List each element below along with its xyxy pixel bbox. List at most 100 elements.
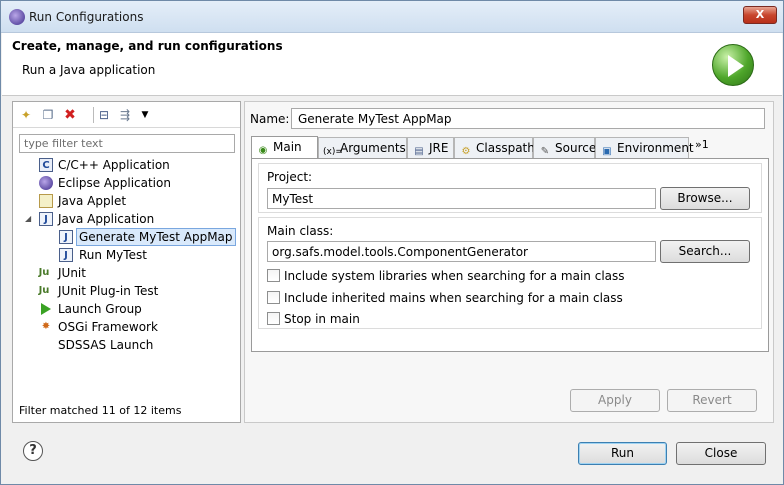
- configurations-toolbar: ✦ ❐ ✖ ⊟ ⇶ ▼: [13, 102, 240, 128]
- main-tab-content: Project: Browse... Main class: Search...…: [251, 158, 769, 352]
- delete-icon[interactable]: ✖: [62, 107, 78, 123]
- checkbox-label: Include inherited mains when searching f…: [284, 291, 623, 305]
- tab-classpath[interactable]: ⚙ Classpath: [454, 137, 535, 158]
- tree-item-eclipse-application[interactable]: Eclipse Application: [17, 174, 239, 192]
- configuration-editor: Name: ◉ Main (x)=Arguments ▤ JRE ⚙ Classpat…: [244, 101, 774, 423]
- tab-arguments[interactable]: (x)=Arguments: [318, 137, 407, 158]
- main-class-label: Main class:: [267, 224, 334, 238]
- browse-button[interactable]: Browse...: [660, 187, 750, 210]
- c-app-icon: C: [39, 158, 53, 172]
- tree-item-label: Generate MyTest AppMap: [76, 228, 236, 246]
- tree-item-label: SDSSAS Launch: [58, 338, 154, 352]
- tree-item-label: Eclipse Application: [58, 176, 171, 190]
- tab-label: Source: [555, 141, 597, 155]
- checkbox-label: Stop in main: [284, 312, 360, 326]
- filter-icon[interactable]: ⇶: [117, 107, 133, 123]
- project-label: Project:: [267, 170, 313, 184]
- main-tab-icon: ◉: [258, 145, 268, 156]
- tree-item-label: C/C++ Application: [58, 158, 170, 172]
- tab-label: Environment: [617, 141, 694, 155]
- help-icon[interactable]: ?: [23, 441, 43, 461]
- source-icon: ✎: [540, 146, 550, 157]
- tree-item-c-cpp-application[interactable]: C C/C++ Application: [17, 156, 239, 174]
- run-configurations-window: Run Configurations X Create, manage, and…: [0, 0, 784, 485]
- main-class-group: Main class: Search... Include system lib…: [258, 217, 762, 329]
- more-tabs-button[interactable]: »1: [695, 138, 709, 151]
- checkbox-box[interactable]: [267, 291, 280, 304]
- tab-label: Main: [273, 140, 302, 154]
- tree-item-junit-plugin-test[interactable]: Ju JUnit Plug-in Test: [17, 282, 239, 300]
- arguments-icon: (x)=: [323, 147, 343, 157]
- java-app-icon: J: [39, 212, 53, 226]
- java-app-icon: J: [59, 230, 73, 244]
- filter-status: Filter matched 11 of 12 items: [19, 404, 182, 417]
- classpath-icon: ⚙: [461, 146, 471, 157]
- tree-item-label: Java Applet: [58, 194, 127, 208]
- checkbox-box[interactable]: [267, 269, 280, 282]
- run-play-icon: [712, 44, 754, 86]
- configuration-tree: C C/C++ Application Eclipse Application …: [17, 156, 239, 354]
- tree-item-launch-group[interactable]: Launch Group: [17, 300, 239, 318]
- tree-item-label: JUnit: [58, 266, 86, 280]
- launch-group-icon: [41, 303, 51, 315]
- tab-label: Classpath: [476, 141, 535, 155]
- search-button[interactable]: Search...: [660, 240, 750, 263]
- environment-icon: ▣: [602, 146, 612, 157]
- title-bar[interactable]: Run Configurations X: [1, 1, 783, 33]
- new-config-icon[interactable]: ✦: [18, 107, 34, 123]
- tab-label: JRE: [429, 141, 449, 155]
- tree-item-sdssas-launch[interactable]: SDSSAS Launch: [17, 336, 239, 354]
- eclipse-icon: [39, 176, 53, 190]
- window-title: Run Configurations: [29, 10, 144, 24]
- tree-item-java-application[interactable]: ◢ J Java Application: [17, 210, 239, 228]
- jre-icon: ▤: [414, 146, 424, 157]
- tree-item-osgi-framework[interactable]: ✸ OSGi Framework: [17, 318, 239, 336]
- dialog-header: Create, manage, and run configurations R…: [2, 33, 782, 96]
- expand-toggle-icon[interactable]: ◢: [25, 210, 35, 228]
- eclipse-icon: [9, 9, 25, 25]
- tab-strip: ◉ Main (x)=Arguments ▤ JRE ⚙ Classpath ✎ Sou…: [251, 136, 769, 158]
- apply-button[interactable]: Apply: [570, 389, 660, 412]
- revert-button[interactable]: Revert: [667, 389, 757, 412]
- tree-item-label: OSGi Framework: [58, 320, 158, 334]
- collapse-all-icon[interactable]: ⊟: [96, 107, 112, 123]
- tree-item-generate-mytest-appmap[interactable]: J Generate MyTest AppMap: [17, 228, 239, 246]
- tab-main[interactable]: ◉ Main: [251, 136, 318, 158]
- checkbox-label: Include system libraries when searching …: [284, 269, 625, 283]
- junit-plugin-icon: Ju: [38, 285, 50, 296]
- tab-source[interactable]: ✎ Source: [533, 137, 596, 158]
- tree-item-junit[interactable]: Ju JUnit: [17, 264, 239, 282]
- tab-label: Arguments: [340, 141, 406, 155]
- tab-environment[interactable]: ▣ Environment: [595, 137, 694, 158]
- tree-item-label: JUnit Plug-in Test: [58, 284, 159, 298]
- tree-item-run-mytest[interactable]: J Run MyTest: [17, 246, 239, 264]
- close-button[interactable]: Close: [676, 442, 766, 465]
- header-title: Create, manage, and run configurations: [12, 39, 283, 53]
- run-button[interactable]: Run: [578, 442, 667, 465]
- window-close-button[interactable]: X: [743, 6, 777, 24]
- stop-in-main-checkbox[interactable]: Stop in main: [267, 312, 360, 328]
- tree-item-label: Run MyTest: [79, 248, 147, 262]
- header-subtitle: Run a Java application: [22, 63, 156, 77]
- include-inherited-mains-checkbox[interactable]: Include inherited mains when searching f…: [267, 291, 623, 307]
- name-label: Name:: [250, 112, 290, 126]
- tree-item-java-applet[interactable]: Java Applet: [17, 192, 239, 210]
- tree-item-label: Java Application: [58, 212, 155, 226]
- duplicate-icon[interactable]: ❐: [40, 107, 56, 123]
- osgi-icon: ✸: [41, 321, 51, 332]
- checkbox-box[interactable]: [267, 312, 280, 325]
- name-input[interactable]: [291, 108, 765, 129]
- java-app-icon: J: [59, 248, 73, 262]
- toolbar-separator: [93, 107, 94, 123]
- filter-input[interactable]: [19, 134, 235, 153]
- tree-item-label: Launch Group: [58, 302, 142, 316]
- include-system-libraries-checkbox[interactable]: Include system libraries when searching …: [267, 269, 625, 285]
- main-class-field[interactable]: [267, 241, 656, 262]
- dropdown-arrow-icon[interactable]: ▼: [137, 107, 153, 123]
- project-field[interactable]: [267, 188, 656, 209]
- junit-icon: Ju: [38, 267, 50, 278]
- java-applet-icon: [39, 194, 53, 208]
- configurations-pane: ✦ ❐ ✖ ⊟ ⇶ ▼ C C/C++ Application Eclipse …: [12, 101, 241, 423]
- tab-jre[interactable]: ▤ JRE: [407, 137, 454, 158]
- project-group: Project: Browse...: [258, 163, 762, 213]
